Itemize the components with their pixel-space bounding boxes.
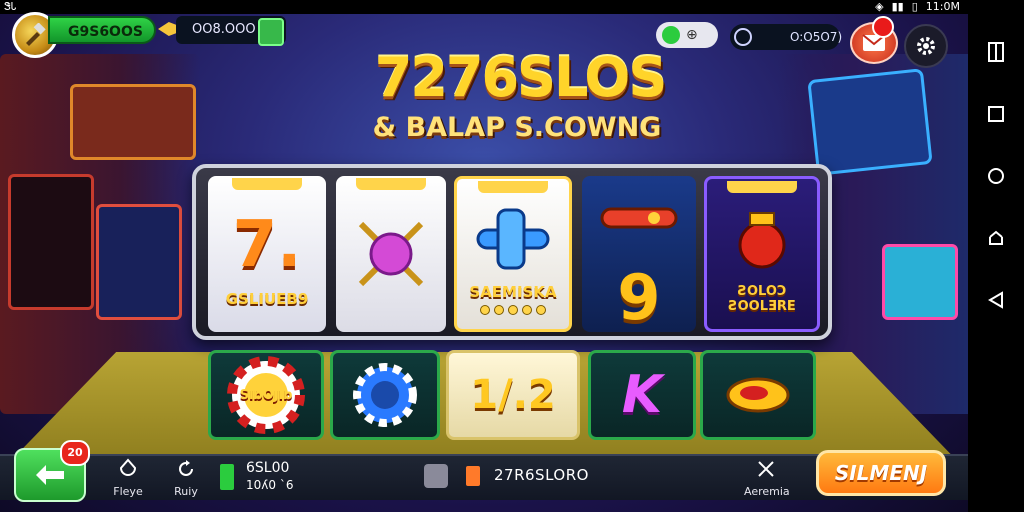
tools-icon bbox=[758, 461, 774, 477]
nine-symbol: 9 bbox=[617, 260, 661, 333]
cash-stack-icon bbox=[220, 464, 234, 490]
bet-stat: 6SL00 10ʎ0 ˋ6 bbox=[218, 460, 328, 496]
k-tile[interactable]: K bbox=[588, 350, 696, 440]
chip-label: SlbOJlb bbox=[239, 387, 293, 403]
settings-button[interactable] bbox=[904, 24, 948, 68]
add-gems-button[interactable] bbox=[258, 18, 284, 46]
bag-icon bbox=[424, 464, 448, 488]
rotate-icon[interactable] bbox=[976, 218, 1016, 258]
cash-icon bbox=[662, 26, 680, 44]
autospin-button[interactable]: Aeremia bbox=[744, 458, 790, 498]
reel-1-label: GSLIUEB9 bbox=[225, 290, 309, 308]
reel-3: SAEMISKA bbox=[454, 176, 572, 332]
signal-icon: ▮▮ bbox=[891, 0, 904, 13]
coin-balance[interactable]: G9S6OOS bbox=[48, 16, 156, 44]
rocket-symbol bbox=[594, 176, 684, 262]
reel-3-label: SAEMISKA bbox=[469, 283, 557, 301]
back-nav-icon[interactable] bbox=[976, 280, 1016, 320]
blue-chip-tile[interactable] bbox=[330, 350, 440, 440]
drop-icon bbox=[119, 458, 137, 476]
reel-2 bbox=[336, 176, 446, 332]
chip-tile[interactable]: SlbOJlb bbox=[208, 350, 324, 440]
multiwindow-icon[interactable] bbox=[976, 32, 1016, 72]
slot-reels-frame: 7. GSLIUEB9 SAEMISKA 9 ƧOLOƆ ƧOOLƎRE bbox=[192, 164, 832, 340]
game-subtitle: & BALAP S.COWNG bbox=[372, 112, 662, 143]
bet-value: 6SL00 bbox=[246, 460, 290, 476]
battery-icon: ▯ bbox=[911, 0, 918, 13]
bet-sub-value: 10ʎ0 ˋ6 bbox=[246, 478, 294, 492]
bonus-pill[interactable]: ⊕ bbox=[656, 22, 718, 48]
k-symbol: K bbox=[621, 365, 663, 425]
center-value-tile[interactable]: 1/.2 bbox=[446, 350, 580, 440]
plus-icon: ⊕ bbox=[686, 27, 698, 43]
lamp-icon bbox=[726, 377, 790, 413]
wifi-icon: ◈ bbox=[875, 0, 884, 13]
timer-pill: O:O5O7) bbox=[730, 24, 843, 50]
status-right: ◈ ▮▮ ▯ 11:0M bbox=[875, 0, 960, 14]
timer-text: O:O5O7) bbox=[790, 30, 843, 44]
replay-button[interactable]: Ruiy bbox=[164, 458, 208, 498]
reel-4: 9 bbox=[582, 176, 696, 332]
reel-5: ƧOLOƆ ƧOOLƎRE bbox=[704, 176, 820, 332]
spin-button[interactable]: SILMENJ bbox=[816, 450, 946, 496]
gold-lamp-tile[interactable] bbox=[700, 350, 816, 440]
blue-chip-icon bbox=[353, 363, 417, 427]
wallet-balance[interactable]: 27R6SLORO bbox=[424, 462, 624, 492]
clock-text: 11:0M bbox=[925, 0, 960, 13]
notification-badge bbox=[872, 16, 894, 38]
refresh-icon bbox=[179, 460, 193, 476]
blue-plane-symbol bbox=[468, 193, 558, 283]
home-icon[interactable] bbox=[976, 156, 1016, 196]
center-value: 1/.2 bbox=[470, 372, 556, 418]
add-icon bbox=[466, 466, 480, 486]
status-left-icons: ᏕᏓ bbox=[4, 0, 17, 13]
back-badge: 20 bbox=[60, 440, 90, 466]
gem-ball-symbol bbox=[346, 209, 436, 299]
reel-5-label: ƧOLOƆ ƧOOLƎRE bbox=[728, 284, 796, 314]
back-arrow-icon bbox=[36, 465, 64, 485]
game-title: 7276SLOS bbox=[374, 46, 667, 109]
wallet-text: 27R6SLORO bbox=[494, 466, 589, 484]
system-status-bar: ᏕᏓ ◈ ▮▮ ▯ 11:0M bbox=[0, 0, 968, 14]
overview-icon[interactable] bbox=[976, 94, 1016, 134]
play-button[interactable]: Fleye bbox=[106, 458, 150, 498]
reel-3-dots bbox=[480, 305, 546, 315]
seven-symbol: 7. bbox=[232, 208, 302, 282]
reel-1: 7. GSLIUEB9 bbox=[208, 176, 326, 332]
gear-icon bbox=[917, 37, 935, 55]
red-bomb-symbol bbox=[717, 194, 807, 284]
clock-icon bbox=[734, 28, 752, 46]
system-nav-bar bbox=[968, 0, 1024, 512]
hammer-icon bbox=[26, 23, 46, 46]
